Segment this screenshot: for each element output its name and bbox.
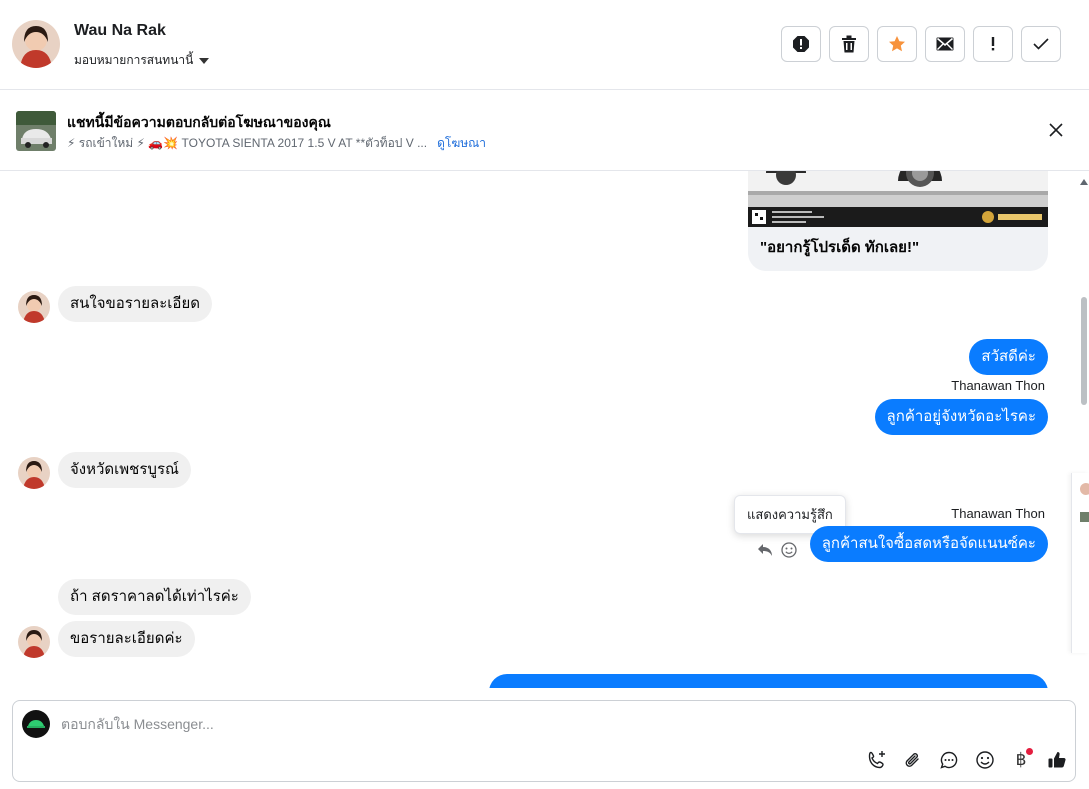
notification-dot bbox=[1026, 748, 1033, 755]
emoji-icon bbox=[976, 751, 994, 769]
close-icon bbox=[1049, 123, 1063, 137]
mark-unread-button[interactable] bbox=[925, 26, 965, 62]
scroll-thumb[interactable] bbox=[1081, 297, 1087, 405]
follow-up-button[interactable] bbox=[877, 26, 917, 62]
reply-composer: ฿ bbox=[12, 700, 1076, 782]
scroll-up-arrow-icon[interactable] bbox=[1080, 179, 1088, 185]
ad-thumbnail[interactable] bbox=[16, 111, 56, 151]
incoming-message[interactable]: ถ้า สดราคาลดได้เท่าไรค่ะ bbox=[58, 579, 251, 615]
side-panel-peek[interactable] bbox=[1071, 473, 1089, 653]
contact-avatar-small bbox=[18, 291, 50, 323]
reply-icon[interactable] bbox=[757, 543, 773, 557]
close-banner-button[interactable] bbox=[1047, 121, 1065, 139]
ad-description: ⚡ รถเข้าใหม่ ⚡ 🚗💥 TOYOTA SIENTA 2017 1.5… bbox=[67, 136, 428, 150]
attach-icon bbox=[905, 753, 919, 767]
incoming-message[interactable]: จังหวัดเพชรบูรณ์ bbox=[58, 452, 191, 488]
contact-name[interactable]: Wau Na Rak bbox=[74, 22, 166, 40]
ad-banner-title: แชทนี้มีข้อความตอบกลับต่อโฆษณาของคุณ bbox=[67, 114, 331, 130]
react-emoji-icon[interactable] bbox=[781, 542, 797, 558]
ad-banner-line: ⚡ รถเข้าใหม่ ⚡ 🚗💥 TOYOTA SIENTA 2017 1.5… bbox=[67, 134, 486, 153]
mark-spam-button[interactable] bbox=[781, 26, 821, 62]
saved-replies-button[interactable] bbox=[937, 748, 961, 772]
emoji-button[interactable] bbox=[973, 748, 997, 772]
exclamation-icon bbox=[991, 37, 995, 51]
star-icon bbox=[889, 36, 905, 52]
chevron-down-icon bbox=[199, 58, 210, 64]
attach-button[interactable] bbox=[901, 748, 925, 772]
call-button[interactable] bbox=[865, 748, 889, 772]
outgoing-message-partial[interactable] bbox=[489, 674, 1048, 688]
mark-done-button[interactable] bbox=[1021, 26, 1061, 62]
composer-tools: ฿ bbox=[865, 748, 1069, 772]
spam-icon bbox=[793, 36, 809, 52]
message-thread: "อยากรู้โปรเด็ด ทักเลย!" สนใจขอรายละเอีย… bbox=[0, 171, 1076, 688]
trash-icon bbox=[842, 35, 856, 53]
header-actions bbox=[781, 26, 1061, 62]
saved-reply-icon bbox=[940, 751, 958, 769]
reply-input[interactable] bbox=[61, 713, 861, 735]
baht-icon: ฿ bbox=[1015, 750, 1027, 770]
assign-label: มอบหมายการสนทนานี้ bbox=[74, 53, 194, 67]
message-hover-actions bbox=[757, 542, 797, 558]
conversation-header: Wau Na Rak มอบหมายการสนทนานี้ bbox=[0, 0, 1089, 90]
flag-button[interactable] bbox=[973, 26, 1013, 62]
incoming-message[interactable]: สนใจขอรายละเอียด bbox=[58, 286, 212, 322]
incoming-message[interactable]: ขอรายละเอียดค่ะ bbox=[58, 621, 195, 657]
phone-add-icon bbox=[868, 751, 885, 769]
mail-icon bbox=[936, 37, 954, 51]
contact-avatar-small bbox=[18, 626, 50, 658]
ad-card-footer-strip bbox=[748, 207, 1048, 227]
outgoing-message[interactable]: สวัสดีค่ะ bbox=[969, 339, 1048, 375]
ad-card-caption: "อยากรู้โปรเด็ด ทักเลย!" bbox=[760, 239, 920, 256]
ad-reply-banner: แชทนี้มีข้อความตอบกลับต่อโฆษณาของคุณ ⚡ ร… bbox=[0, 91, 1089, 171]
payment-button[interactable]: ฿ bbox=[1009, 748, 1033, 772]
view-ad-link[interactable]: ดูโฆษณา bbox=[437, 134, 486, 153]
sender-name: Thanawan Thon bbox=[951, 378, 1045, 393]
assign-conversation-dropdown[interactable]: มอบหมายการสนทนานี้ bbox=[74, 51, 210, 70]
like-icon bbox=[1048, 752, 1066, 768]
contact-avatar-small bbox=[18, 457, 50, 489]
sender-name: Thanawan Thon bbox=[951, 506, 1045, 521]
contact-avatar[interactable] bbox=[12, 20, 60, 68]
ad-reply-card[interactable]: "อยากรู้โปรเด็ด ทักเลย!" bbox=[748, 171, 1048, 271]
outgoing-message[interactable]: ลูกค้าสนใจซื้อสดหรือจัดแนนซ์คะ bbox=[809, 526, 1048, 562]
outgoing-message[interactable]: ลูกค้าอยู่จังหวัดอะไรคะ bbox=[874, 399, 1048, 435]
check-icon bbox=[1033, 38, 1049, 50]
delete-button[interactable] bbox=[829, 26, 869, 62]
page-avatar bbox=[22, 710, 50, 738]
like-button[interactable] bbox=[1045, 748, 1069, 772]
